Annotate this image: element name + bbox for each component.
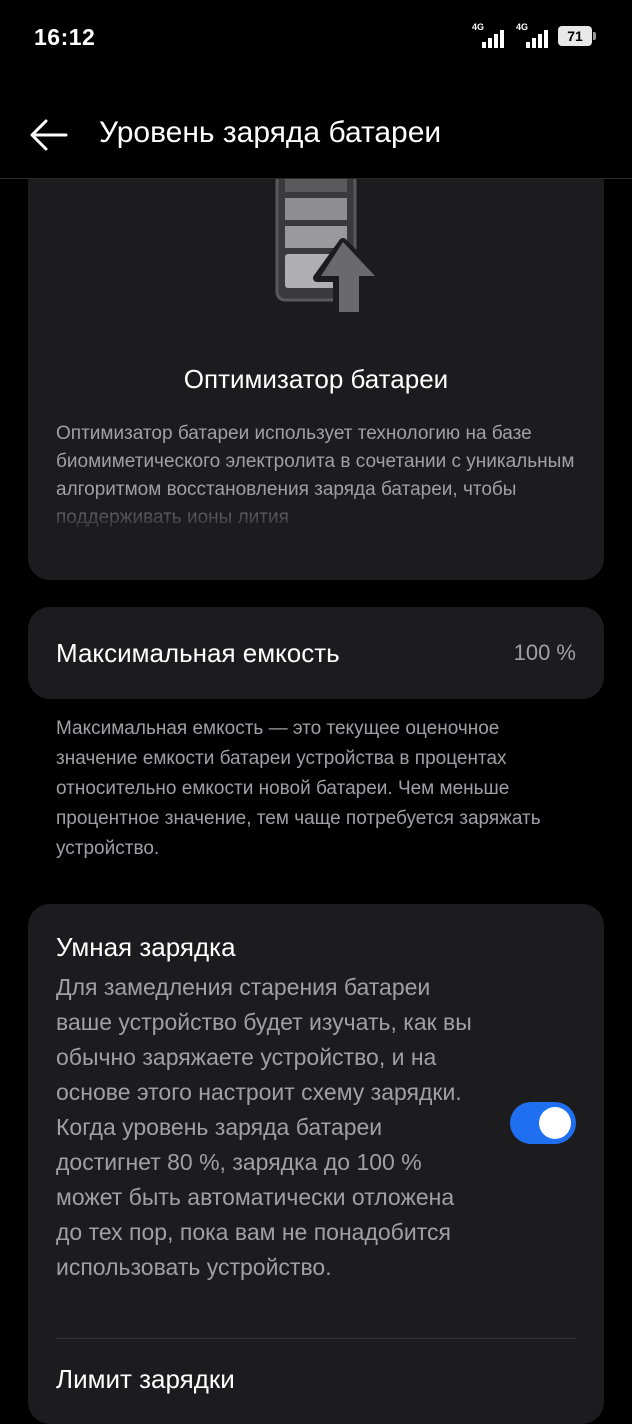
toggle-knob [539, 1107, 571, 1139]
max-capacity-row[interactable]: Максимальная емкость 100 % [28, 607, 604, 699]
divider [56, 1338, 576, 1339]
smart-charging-description: Для замедления старения батареи ваше уст… [56, 974, 472, 1280]
page-title: Уровень заряда батареи [99, 116, 442, 149]
smart-charging-title: Умная зарядка [56, 932, 236, 962]
smart-charging-toggle[interactable] [510, 1102, 576, 1144]
status-time: 16:12 [34, 24, 96, 50]
back-button[interactable] [28, 114, 70, 156]
app-header: Уровень заряда батареи [0, 96, 632, 179]
optimizer-card: Оптимизатор батареи Оптимизатор батареи … [28, 150, 604, 580]
battery-icon: 71 [558, 26, 596, 46]
status-bar: 16:12 4G 4G 71 [0, 0, 632, 76]
signal-icon: 4G [514, 22, 548, 48]
signal-icon: 4G [470, 22, 504, 48]
status-icons: 4G 4G 71 [470, 22, 596, 48]
battery-charging-up-icon [275, 170, 381, 319]
smart-charging-card: Умная зарядка Для замедления старения ба… [28, 904, 604, 1424]
max-capacity-note: Максимальная емкость — это текущее оцено… [56, 718, 541, 859]
optimizer-title: Оптимизатор батареи [183, 364, 449, 394]
max-capacity-label: Максимальная емкость [56, 638, 340, 668]
charge-limit-item[interactable]: Лимит зарядки [56, 1364, 235, 1395]
max-capacity-value: 100 % [513, 640, 576, 665]
optimizer-description: Оптимизатор батареи использует технологи… [56, 423, 575, 528]
arrow-left-icon [30, 119, 68, 151]
